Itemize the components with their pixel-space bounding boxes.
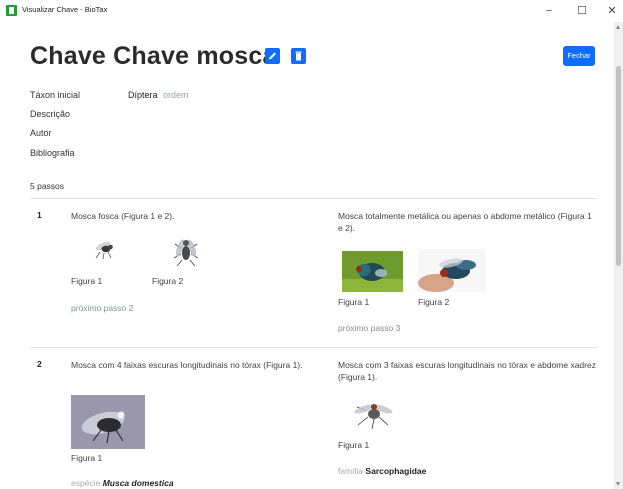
scroll-up-icon[interactable] bbox=[616, 25, 620, 29]
fly-image-step2-left-fig1[interactable] bbox=[71, 395, 145, 449]
figure-label: Figura 2 bbox=[418, 297, 450, 307]
figure-label: Figura 1 bbox=[71, 276, 103, 286]
figure-label: Figura 1 bbox=[338, 440, 370, 450]
window-title: Visualizar Chave - BioTax bbox=[22, 5, 108, 14]
step-number: 2 bbox=[37, 359, 42, 369]
step-1-left-text: Mosca fosca (Figura 1 e 2). bbox=[71, 211, 175, 221]
next-step-link[interactable]: próximo passo 3 bbox=[338, 323, 400, 333]
step-number: 1 bbox=[37, 210, 42, 220]
app-icon bbox=[6, 5, 17, 16]
taxon-rank: família bbox=[338, 466, 364, 476]
taxon-name: Sarcophagidae bbox=[365, 466, 427, 476]
vertical-scrollbar[interactable] bbox=[614, 22, 623, 489]
scroll-down-icon[interactable] bbox=[616, 482, 620, 486]
result-taxon[interactable]: espécie Musca domestica bbox=[71, 478, 174, 488]
fly-image-step1-right-fig2[interactable] bbox=[418, 249, 486, 292]
next-step-link[interactable]: próximo passo 2 bbox=[71, 303, 133, 313]
fly-image-step1-right-fig1[interactable] bbox=[342, 251, 403, 292]
author-label: Autor bbox=[30, 128, 52, 138]
close-window-icon[interactable]: ✕ bbox=[600, 2, 623, 20]
divider bbox=[30, 198, 598, 199]
figure-label: Figura 1 bbox=[338, 297, 370, 307]
scrollbar-thumb[interactable] bbox=[616, 66, 621, 266]
bibliography-label: Bibliografia bbox=[30, 148, 75, 158]
maximize-icon[interactable]: ☐ bbox=[570, 2, 594, 20]
minimize-icon[interactable]: − bbox=[537, 2, 561, 20]
step-2-right-text: Mosca com 3 faixas escuras longitudinais… bbox=[338, 360, 596, 382]
page-title: Chave Chave mosca bbox=[30, 42, 277, 70]
initial-taxon-label: Táxon inicial bbox=[30, 90, 81, 100]
steps-count: 5 passos bbox=[30, 181, 65, 191]
figure-label: Figura 2 bbox=[152, 276, 184, 286]
description-label: Descrição bbox=[30, 109, 71, 119]
taxon-name: Musca domestica bbox=[102, 478, 174, 488]
close-button[interactable]: Fechar bbox=[563, 46, 595, 66]
window-titlebar: Visualizar Chave - BioTax − ☐ ✕ bbox=[0, 0, 623, 22]
trash-icon bbox=[295, 51, 302, 61]
edit-button[interactable] bbox=[265, 48, 280, 64]
initial-taxon-rank: ordem bbox=[163, 90, 189, 100]
delete-button[interactable] bbox=[291, 48, 306, 64]
pencil-icon bbox=[269, 52, 277, 60]
step-2-left-text: Mosca com 4 faixas escuras longitudinais… bbox=[71, 360, 303, 370]
fly-image-step2-right-fig1[interactable] bbox=[352, 397, 394, 431]
divider bbox=[30, 347, 598, 348]
initial-taxon-name[interactable]: Díptera bbox=[128, 90, 158, 100]
fly-image-step1-left-fig1[interactable] bbox=[92, 234, 120, 262]
step-1-right-text: Mosca totalmente metálica ou apenas o ab… bbox=[338, 211, 592, 233]
fly-image-step1-left-fig2[interactable] bbox=[172, 234, 200, 268]
taxon-rank: espécie bbox=[71, 478, 101, 488]
result-taxon[interactable]: família Sarcophagidae bbox=[338, 466, 426, 476]
figure-label: Figura 1 bbox=[71, 453, 103, 463]
